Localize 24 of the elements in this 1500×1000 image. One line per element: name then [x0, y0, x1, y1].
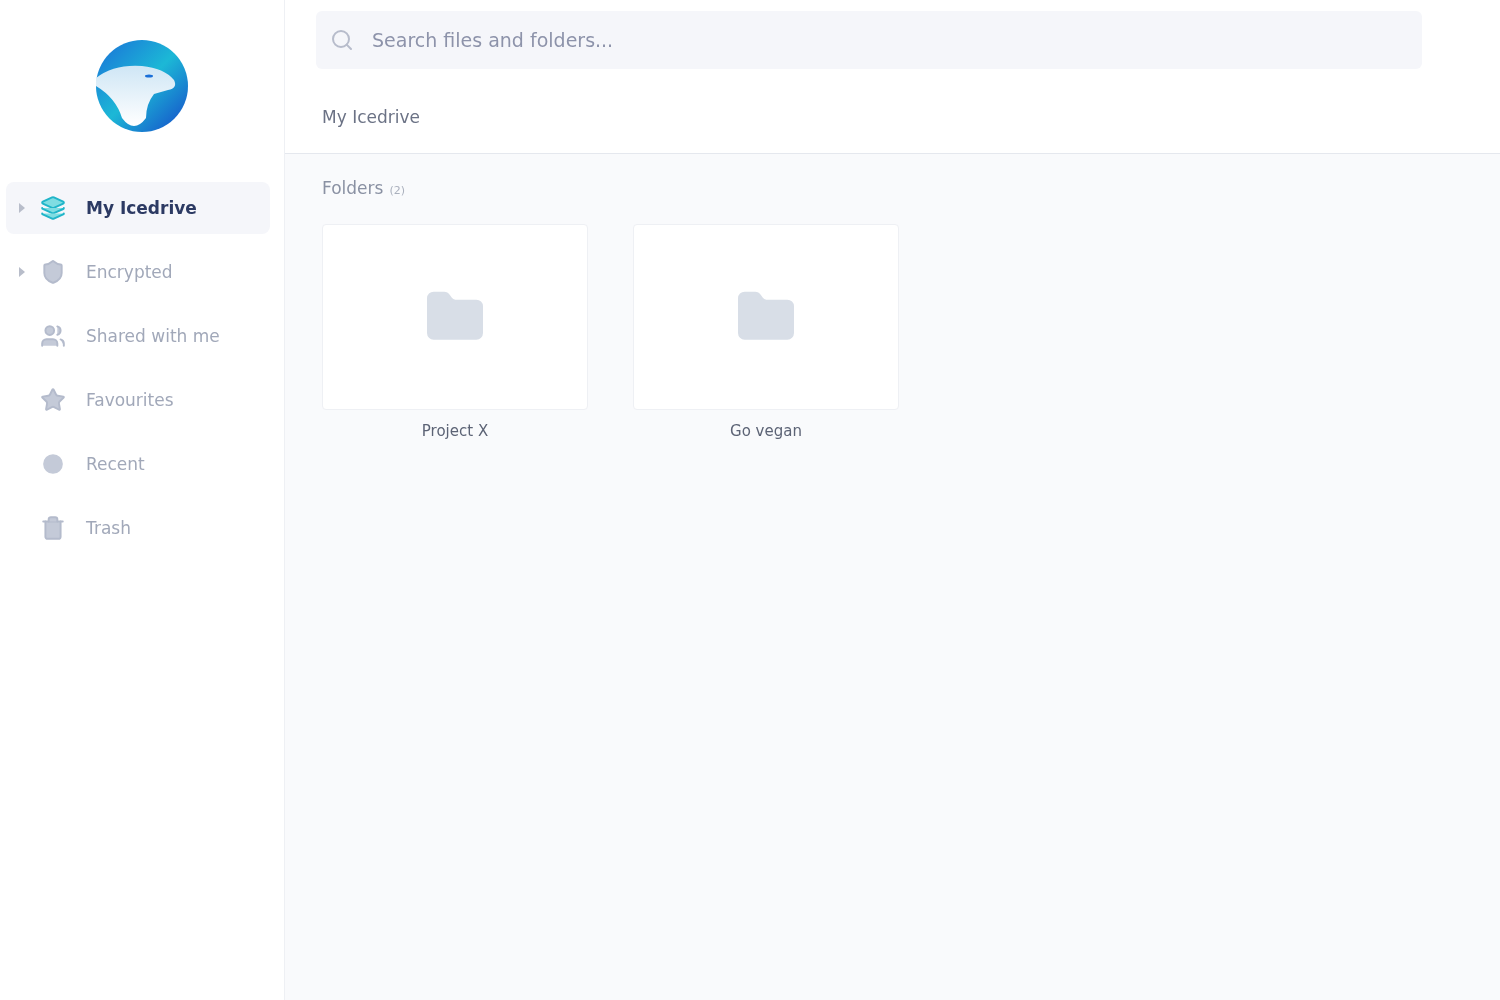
- search-bar[interactable]: Search files and folders...: [316, 11, 1422, 69]
- folder-card[interactable]: [633, 224, 899, 410]
- search-field[interactable]: Search files and folders...: [370, 28, 1408, 52]
- folder-count: (2): [389, 184, 405, 197]
- users-icon: [40, 323, 66, 349]
- sidebar-item[interactable]: Recent: [6, 438, 270, 490]
- sidebar-item[interactable]: Encrypted: [6, 246, 270, 298]
- caret-icon[interactable]: [18, 267, 26, 277]
- folder-card[interactable]: [322, 224, 588, 410]
- sidebar-item[interactable]: My Icedrive: [6, 182, 270, 234]
- search-icon: [330, 28, 354, 52]
- layers-icon: [40, 195, 66, 221]
- caret-icon[interactable]: [18, 203, 26, 213]
- trash-icon: [40, 515, 66, 541]
- sidebar-item[interactable]: Favourites: [6, 374, 270, 426]
- sidebar-item[interactable]: Trash: [6, 502, 270, 554]
- logo-icon: [94, 38, 190, 134]
- section-title: Folders: [322, 178, 384, 198]
- shield-icon: [40, 259, 66, 285]
- breadcrumb: My Icedrive: [322, 107, 420, 127]
- sidebar-item[interactable]: Shared with me: [6, 310, 270, 362]
- folder-name: Go vegan: [730, 422, 802, 440]
- folder-name: Project X: [421, 422, 489, 440]
- star-icon: [40, 387, 66, 413]
